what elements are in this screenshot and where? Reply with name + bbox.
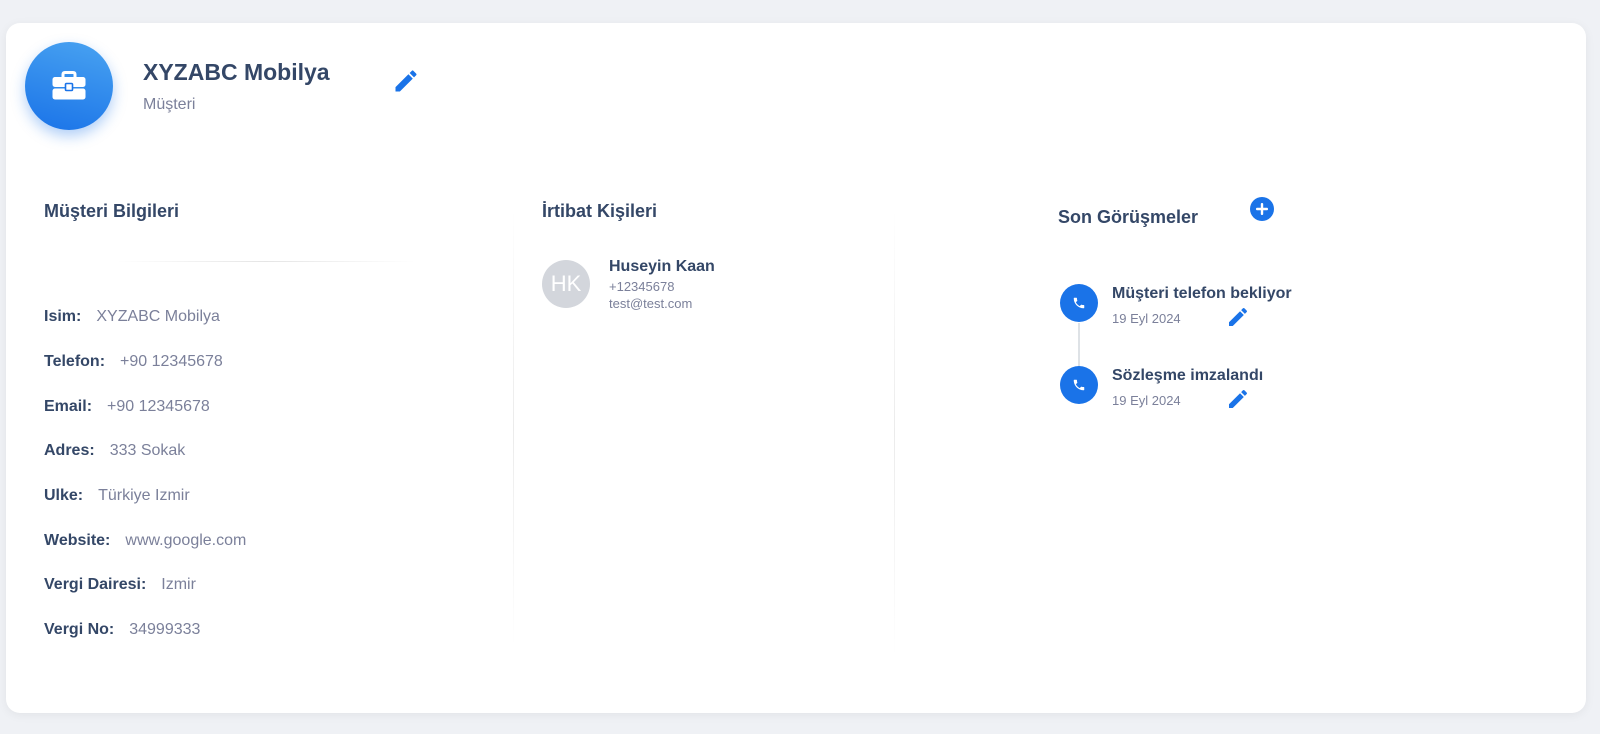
contact-email: test@test.com: [609, 296, 693, 311]
info-value: +90 12345678: [107, 397, 210, 415]
customer-info-list: Isim: XYZABC Mobilya Telefon: +90 123456…: [44, 295, 246, 653]
edit-meeting-button[interactable]: [1226, 387, 1250, 411]
phone-icon: [1073, 379, 1085, 391]
info-label: Telefon:: [44, 353, 106, 371]
customer-detail-card: XYZABC Mobilya Müşteri Müşteri Bilgileri…: [6, 23, 1586, 713]
info-label: Email:: [44, 397, 93, 415]
meeting-dot: [1060, 366, 1098, 404]
meeting-date: 19 Eyl 2024: [1112, 393, 1181, 408]
edit-meeting-button[interactable]: [1226, 305, 1250, 329]
info-value: XYZABC Mobilya: [96, 308, 220, 326]
customer-info-title: Müşteri Bilgileri: [44, 201, 180, 221]
add-meeting-button[interactable]: [1250, 197, 1274, 221]
info-row-tax-number: Vergi No: 34999333: [44, 608, 246, 653]
info-value: 333 Sokak: [109, 442, 186, 460]
contact-name: Huseyin Kaan: [609, 258, 715, 275]
company-name: XYZABC Mobilya: [143, 59, 330, 85]
plus-circle-icon: [1250, 197, 1274, 221]
info-value: 34999333: [129, 621, 201, 639]
info-row-email: Email: +90 12345678: [44, 384, 246, 429]
info-row-tax-office: Vergi Dairesi: Izmir: [44, 563, 246, 608]
contact-avatar: HK: [542, 260, 590, 308]
column-divider: [513, 208, 514, 648]
contact-item[interactable]: HK Huseyin Kaan +12345678 test@test.com: [542, 259, 715, 310]
contacts-title: İrtibat Kişileri: [542, 201, 658, 221]
phone-icon: [1073, 297, 1085, 309]
briefcase-icon: [52, 71, 86, 100]
pencil-icon: [1229, 389, 1248, 408]
info-divider: [116, 261, 416, 262]
contact-phone: +12345678: [609, 279, 675, 294]
info-value: +90 12345678: [120, 353, 223, 371]
info-row-website: Website: www.google.com: [44, 518, 246, 563]
info-row-phone: Telefon: +90 12345678: [44, 340, 246, 385]
info-label: Vergi No:: [44, 621, 115, 639]
info-label: Isim:: [44, 308, 82, 326]
meeting-title: Sözleşme imzalandı: [1112, 367, 1264, 384]
info-value: www.google.com: [125, 531, 247, 549]
pencil-icon: [1229, 307, 1248, 326]
column-divider: [894, 208, 895, 658]
info-value: Türkiye Izmir: [98, 487, 190, 505]
info-row-country: Ulke: Türkiye Izmir: [44, 474, 246, 519]
info-row-address: Adres: 333 Sokak: [44, 429, 246, 474]
company-avatar: [25, 42, 113, 130]
company-type: Müşteri: [143, 96, 196, 113]
info-label: Ulke:: [44, 487, 84, 505]
meetings-title: Son Görüşmeler: [1058, 207, 1199, 227]
info-row-name: Isim: XYZABC Mobilya: [44, 295, 246, 340]
info-label: Website:: [44, 531, 111, 549]
meeting-date: 19 Eyl 2024: [1112, 311, 1181, 326]
meeting-title: Müşteri telefon bekliyor: [1112, 285, 1292, 302]
pencil-icon: [395, 70, 417, 92]
meeting-dot: [1060, 284, 1098, 322]
edit-company-button[interactable]: [392, 67, 420, 95]
contact-details: Huseyin Kaan +12345678 test@test.com: [609, 258, 715, 311]
info-label: Vergi Dairesi:: [44, 576, 147, 594]
info-label: Adres:: [44, 442, 95, 460]
info-value: Izmir: [161, 576, 196, 594]
